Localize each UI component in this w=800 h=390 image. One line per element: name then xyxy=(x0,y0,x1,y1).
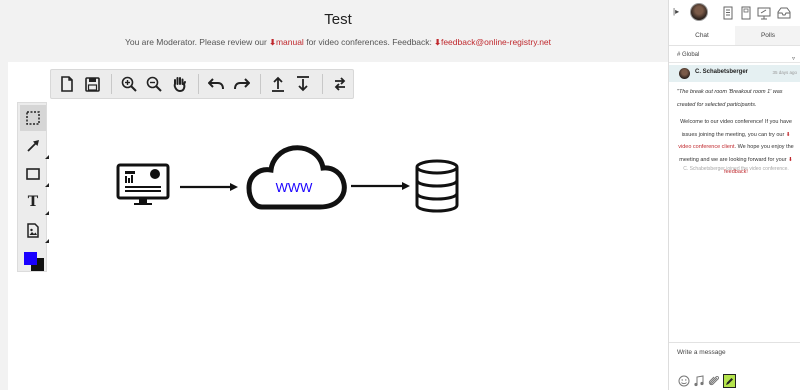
panel-tabs: Chat Polls xyxy=(669,26,800,46)
text-tool-button[interactable]: T xyxy=(20,189,49,215)
emoji-icon[interactable] xyxy=(678,375,690,387)
toolbar-divider xyxy=(259,74,261,94)
tab-chat[interactable]: Chat xyxy=(669,26,735,45)
selection-icon xyxy=(26,111,40,125)
download-icon xyxy=(297,76,310,92)
toolbar-divider xyxy=(321,74,323,94)
channel-label: # Global xyxy=(677,52,700,58)
zoom-out-icon xyxy=(147,76,163,92)
new-file-button[interactable] xyxy=(55,71,79,97)
submenu-indicator xyxy=(45,211,49,215)
primary-color-swatch[interactable] xyxy=(24,252,37,265)
video-client-icon: ⬇ xyxy=(785,131,791,138)
zoom-in-icon xyxy=(121,76,137,92)
submenu-indicator xyxy=(45,155,49,159)
system-message: C. Schabetsberger joined the video confe… xyxy=(683,166,789,172)
toolbar-divider xyxy=(110,74,112,94)
arrow-line-icon xyxy=(27,140,39,152)
panel-topbar: |▸ xyxy=(669,0,800,26)
upload-button[interactable] xyxy=(266,71,290,97)
select-tool-button[interactable] xyxy=(20,105,46,131)
hand-icon xyxy=(174,77,187,92)
tab-polls[interactable]: Polls xyxy=(735,26,800,45)
message-avatar xyxy=(679,68,690,79)
zoom-in-button[interactable] xyxy=(117,71,141,97)
drawing-toolbar xyxy=(50,69,354,99)
chat-panel: |▸ Chat Polls # Global ▿ C. Schabetsberg… xyxy=(668,0,800,390)
feedback-icon: ⬇ xyxy=(788,156,793,163)
tool-panel: T xyxy=(17,102,49,272)
breakout-notice: "The break out room 'Breakout room 1' wa… xyxy=(677,89,783,108)
attachment-icon[interactable] xyxy=(708,375,720,387)
message-input[interactable]: Write a message xyxy=(677,349,726,356)
music-icon[interactable] xyxy=(693,375,705,387)
shape-tool-button[interactable] xyxy=(20,161,49,187)
line-tool-button[interactable] xyxy=(20,133,49,159)
download-button[interactable] xyxy=(291,71,315,97)
cloud-label: WWW xyxy=(276,180,314,195)
channel-selector[interactable]: # Global ▿ xyxy=(669,47,800,63)
document-icon[interactable] xyxy=(721,6,735,20)
divider xyxy=(669,342,800,343)
new-file-icon xyxy=(61,76,74,92)
redo-button[interactable] xyxy=(229,71,253,97)
welcome-text-1: Welcome to our video conference! If you … xyxy=(680,119,792,138)
diagram: WWW xyxy=(116,145,459,213)
file-image-icon xyxy=(27,222,39,238)
monitor-icon xyxy=(116,163,170,205)
save-button[interactable] xyxy=(80,71,104,97)
upload-icon xyxy=(271,76,284,92)
message-author: C. Schabetsberger xyxy=(695,69,749,75)
arrow-1 xyxy=(180,183,238,191)
presentation-icon[interactable] xyxy=(757,6,771,20)
notes-icon[interactable] xyxy=(739,6,753,20)
rectangle-icon xyxy=(26,168,40,180)
pencil-icon xyxy=(726,377,733,385)
collapse-panel-icon[interactable]: |▸ xyxy=(673,7,679,16)
pan-button[interactable] xyxy=(168,71,192,97)
arrow-2 xyxy=(351,182,410,190)
undo-icon xyxy=(208,78,225,90)
video-client-link[interactable]: video conference client xyxy=(678,144,734,150)
save-icon xyxy=(85,76,100,92)
swap-icon xyxy=(334,77,346,91)
send-button[interactable] xyxy=(723,374,736,388)
compose-toolbar xyxy=(669,373,800,390)
text-icon: T xyxy=(27,194,39,210)
cloud-icon xyxy=(246,145,347,210)
whiteboard-area: Test You are Moderator. Please review ou… xyxy=(0,0,668,390)
database-icon xyxy=(415,159,459,213)
submenu-indicator xyxy=(45,239,49,243)
message-header: C. Schabetsberger 35 days ago xyxy=(669,65,800,82)
redo-icon xyxy=(233,78,250,90)
swap-button[interactable] xyxy=(328,71,352,97)
toolbar-divider xyxy=(198,74,199,94)
user-avatar[interactable] xyxy=(690,3,708,21)
image-tool-button[interactable] xyxy=(20,217,49,243)
submenu-indicator xyxy=(45,183,49,187)
inbox-icon[interactable] xyxy=(777,6,791,20)
zoom-out-button[interactable] xyxy=(142,71,166,97)
undo-button[interactable] xyxy=(204,71,228,97)
message-timestamp: 35 days ago xyxy=(772,70,797,75)
